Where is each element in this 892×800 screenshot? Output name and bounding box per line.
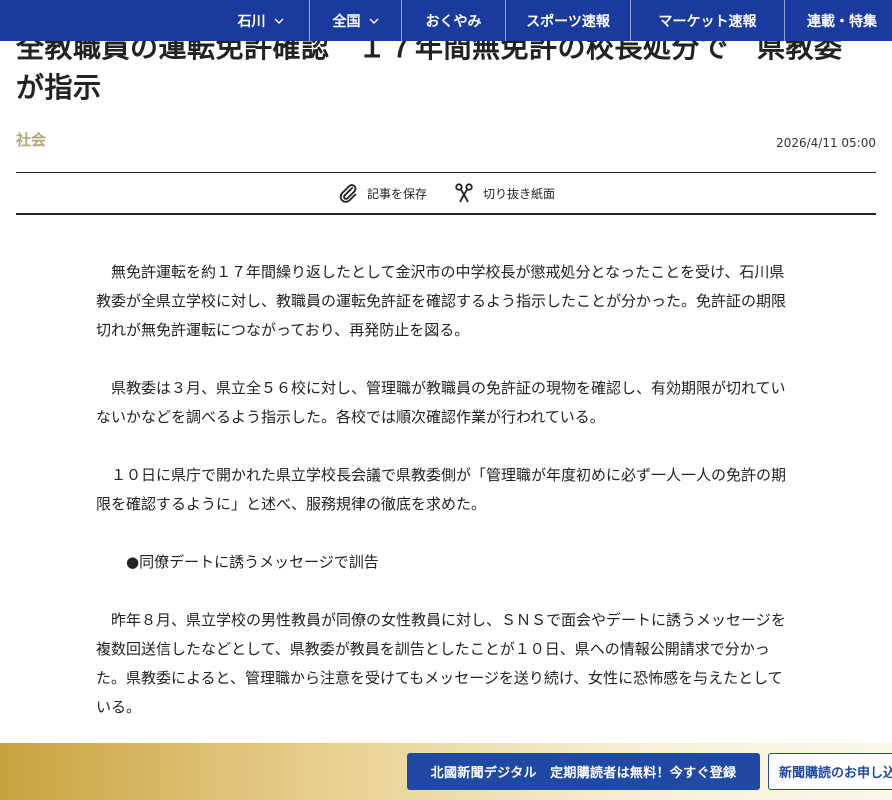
nav-item-label: マーケット速報: [658, 13, 757, 30]
article-paragraph: 無免許運転を約１７年間繰り返したとして金沢市の中学校長が懲戒処分となったことを受…: [96, 263, 787, 339]
nav-item-zenkoku[interactable]: 全国: [309, 0, 401, 41]
clip-paper-button[interactable]: 切り抜き紙面: [453, 182, 555, 204]
nav-item-okuyami[interactable]: おくやみ: [401, 0, 505, 41]
article-paragraph: 県教委は３月、県立全５６校に対し、管理職が教職員の免許証の現物を確認し、有効期限…: [96, 379, 786, 426]
category-label[interactable]: 社会: [16, 129, 46, 150]
publish-datetime: 2026/4/11 05:00: [776, 136, 876, 150]
article-subheading: ●同僚デートに誘うメッセージで訓告: [126, 553, 379, 571]
article-paragraph: １０日に県庁で開かれた県立学校長会議で県教委側が「管理職が年度初めに必ず一人一人…: [96, 466, 787, 513]
newspaper-subscribe-button[interactable]: 新聞購読のお申し込み: [768, 753, 892, 790]
nav-item-label: 連載・特集: [807, 13, 877, 30]
clip-paper-label: 切り抜き紙面: [483, 186, 556, 201]
scissors-icon: [455, 183, 473, 203]
paperclip-icon: [339, 184, 357, 203]
nav-item-label: おくやみ: [425, 13, 482, 30]
save-article-label: 記事を保存: [366, 186, 427, 201]
nav-item-label: スポーツ速報: [526, 13, 610, 30]
nav-item-market[interactable]: マーケット速報: [630, 0, 784, 41]
top-nav: 石川 全国 おくやみ スポーツ速報 マーケット速報 連載・特集: [0, 0, 892, 41]
nav-item-sports[interactable]: スポーツ速報: [505, 0, 630, 41]
page: 石川 全国 おくやみ スポーツ速報 マーケット速報 連載・特集 全教職員の運転免…: [0, 0, 892, 800]
article-paragraph: 昨年８月、県立学校の男性教員が同僚の女性教員に対し、ＳＮＳで面会やデートに誘うメ…: [96, 611, 786, 716]
save-article-button[interactable]: 記事を保存: [337, 182, 427, 204]
nav-item-label: 石川: [237, 13, 266, 30]
nav-item-ishikawa[interactable]: 石川: [212, 0, 309, 41]
chevron-down-icon: [369, 18, 378, 24]
digital-register-button[interactable]: 北國新聞デジタル 定期購読者は無料！今すぐ登録: [407, 753, 760, 790]
subscription-banner: 北國新聞デジタル 定期購読者は無料！今すぐ登録 新聞購読のお申し込み: [0, 743, 892, 800]
article-title-line2: が指示: [16, 71, 102, 104]
article-toolbar: 記事を保存 切り抜き紙面: [16, 172, 876, 215]
chevron-down-icon: [274, 18, 283, 24]
nav-item-label: 全国: [332, 13, 361, 30]
nav-item-rensai[interactable]: 連載・特集: [784, 0, 892, 41]
article-body: 無免許運転を約１７年間繰り返したとして金沢市の中学校長が懲戒処分となったことを受…: [96, 258, 792, 751]
